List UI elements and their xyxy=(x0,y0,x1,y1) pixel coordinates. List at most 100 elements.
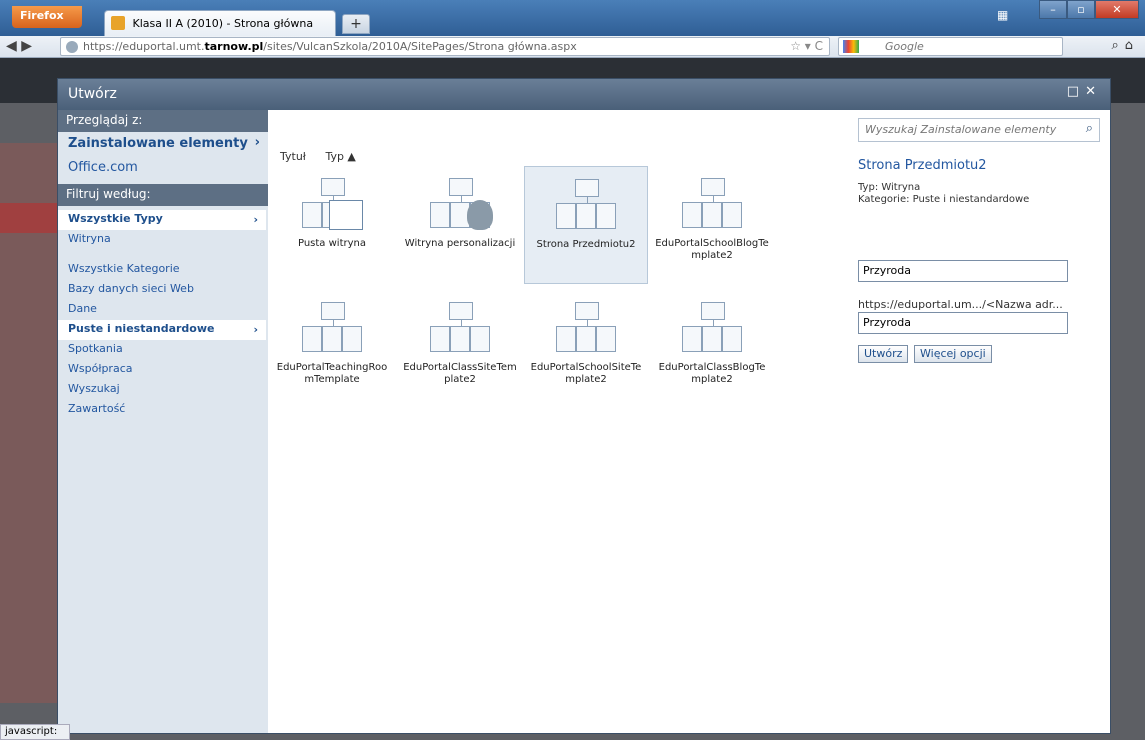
category-label: Puste i niestandardowe xyxy=(68,322,215,335)
category-all[interactable]: Wszystkie Kategorie xyxy=(58,260,268,280)
site-template-icon xyxy=(555,302,617,354)
site-title-input[interactable]: Przyroda xyxy=(858,260,1068,282)
template-tile[interactable]: EduPortalClassBlogTemplate2 xyxy=(650,290,774,408)
category-blank-custom[interactable]: Puste i niestandardowe › xyxy=(58,320,266,340)
template-category: Kategorie: Puste i niestandardowe xyxy=(858,194,1030,205)
template-label: EduPortalTeachingRoomTemplate xyxy=(276,362,388,385)
search-icon[interactable]: ⌕ xyxy=(1086,121,1093,136)
globe-icon xyxy=(66,41,78,53)
url-domain: tarnow.pl xyxy=(204,40,264,53)
site-template-icon xyxy=(681,178,743,230)
bookmark-star-icon[interactable]: ☆ ▾ C xyxy=(790,39,823,53)
template-label: EduPortalSchoolSiteTemplate2 xyxy=(530,362,642,385)
category-content[interactable]: Zawartość xyxy=(58,400,268,420)
personalization-site-icon xyxy=(429,178,493,230)
sort-bar: Tytuł Typ ▲ xyxy=(280,150,372,163)
category-label: Zawartość xyxy=(68,402,126,415)
status-bar: javascript: xyxy=(0,724,70,740)
template-type: Typ: Witryna xyxy=(858,182,921,193)
window-controls: – ▫ ✕ xyxy=(1039,0,1139,20)
category-web-databases[interactable]: Bazy danych sieci Web xyxy=(58,280,268,300)
browser-titlebar: Firefox Klasa II A (2010) - Strona główn… xyxy=(0,0,1145,36)
site-template-icon xyxy=(555,179,617,231)
category-label: Wszystkie Kategorie xyxy=(68,262,180,275)
minimize-icon[interactable]: – xyxy=(1039,0,1067,19)
site-url-input[interactable]: Przyroda xyxy=(858,312,1068,334)
url-prefix-label: https://eduportal.um.../<Nazwa adr... xyxy=(858,298,1063,311)
category-search[interactable]: Wyszukaj xyxy=(58,380,268,400)
chevron-right-icon: › xyxy=(254,135,260,150)
search-placeholder: Wyszukaj Zainstalowane elementy xyxy=(865,123,1057,136)
type-site[interactable]: Witryna xyxy=(58,230,268,250)
search-home-icons[interactable]: ⌕⌂ xyxy=(1111,38,1139,53)
new-tab-button[interactable]: + xyxy=(342,14,370,34)
maximize-dialog-icon[interactable]: □ xyxy=(1067,84,1085,99)
template-gallery: Tytuł Typ ▲ Pusta witryna Witryna person… xyxy=(268,110,848,733)
category-label: Wyszukaj xyxy=(68,382,120,395)
maximize-icon[interactable]: ▫ xyxy=(1067,0,1095,19)
template-tile[interactable]: Pusta witryna xyxy=(270,166,394,284)
template-tile[interactable]: EduPortalSchoolSiteTemplate2 xyxy=(524,290,648,408)
chevron-right-icon: › xyxy=(253,323,258,336)
browse-header: Przeglądaj z: xyxy=(58,110,268,132)
source-installed[interactable]: Zainstalowane elementy › xyxy=(58,132,268,156)
category-label: Współpraca xyxy=(68,362,133,375)
tab-title: Klasa II A (2010) - Strona główna xyxy=(132,17,314,30)
blank-site-icon xyxy=(301,178,363,230)
back-forward-icons[interactable]: ◀ ▶ xyxy=(6,38,32,54)
close-window-icon[interactable]: ✕ xyxy=(1095,0,1139,19)
source-office-com[interactable]: Office.com xyxy=(58,156,268,180)
category-label: Dane xyxy=(68,302,97,315)
dialog-controls: □✕ xyxy=(1067,84,1102,99)
selected-template-meta: Typ: Witryna Kategorie: Puste i niestand… xyxy=(858,182,1029,206)
site-favicon-icon xyxy=(111,16,125,30)
site-template-icon xyxy=(429,302,491,354)
category-data[interactable]: Dane xyxy=(58,300,268,320)
template-tile-selected[interactable]: Strona Przedmiotu2 xyxy=(524,166,648,284)
source-office-label: Office.com xyxy=(68,160,138,175)
create-dialog: Utwórz □✕ Przeglądaj z: Zainstalowane el… xyxy=(57,78,1111,734)
filter-panel: Przeglądaj z: Zainstalowane elementy › O… xyxy=(58,110,268,733)
search-engine-label: Google xyxy=(885,40,924,53)
source-installed-label: Zainstalowane elementy xyxy=(68,136,248,151)
navigation-toolbar: ◀ ▶ https://eduportal.umt.tarnow.pl/site… xyxy=(0,36,1145,58)
template-label: EduPortalSchoolBlogTemplate2 xyxy=(655,238,769,261)
sort-by-title[interactable]: Tytuł xyxy=(280,150,306,163)
dialog-title: Utwórz xyxy=(68,86,117,102)
browser-search-box[interactable]: Google xyxy=(838,37,1063,56)
template-tile[interactable]: EduPortalTeachingRoomTemplate xyxy=(270,290,394,408)
more-options-button[interactable]: Więcej opcji xyxy=(914,345,992,363)
url-bar[interactable]: https://eduportal.umt.tarnow.pl/sites/Vu… xyxy=(60,37,830,56)
template-tile[interactable]: Witryna personalizacji xyxy=(398,166,522,284)
category-collaboration[interactable]: Współpraca xyxy=(58,360,268,380)
firefox-menu-button[interactable]: Firefox xyxy=(12,6,82,28)
url-path: /sites/VulcanSzkola/2010A/SitePages/Stro… xyxy=(263,40,577,53)
template-label: Strona Przedmiotu2 xyxy=(536,239,636,250)
filter-header: Filtruj według: xyxy=(58,184,268,206)
details-panel: Wyszukaj Zainstalowane elementy ⌕ Strona… xyxy=(848,110,1110,733)
site-template-icon xyxy=(681,302,743,354)
type-all-label: Wszystkie Typy xyxy=(68,212,163,225)
template-tile[interactable]: EduPortalSchoolBlogTemplate2 xyxy=(650,166,774,284)
google-logo-icon xyxy=(843,40,859,53)
create-button[interactable]: Utwórz xyxy=(858,345,909,363)
template-tile[interactable]: EduPortalClassSiteTemplate2 xyxy=(398,290,522,408)
dialog-header: Utwórz □✕ xyxy=(58,79,1110,110)
browser-tab[interactable]: Klasa II A (2010) - Strona główna xyxy=(104,10,336,36)
url-prefix: https://eduportal.umt. xyxy=(83,40,205,53)
category-label: Bazy danych sieci Web xyxy=(68,282,194,295)
site-template-icon xyxy=(301,302,363,354)
template-label: EduPortalClassBlogTemplate2 xyxy=(658,362,766,385)
close-dialog-icon[interactable]: ✕ xyxy=(1085,84,1102,99)
category-meetings[interactable]: Spotkania xyxy=(58,340,268,360)
type-site-label: Witryna xyxy=(68,232,111,245)
category-label: Spotkania xyxy=(68,342,123,355)
selected-template-title: Strona Przedmiotu2 xyxy=(858,158,987,173)
chevron-right-icon: › xyxy=(253,213,258,226)
installed-items-search[interactable]: Wyszukaj Zainstalowane elementy ⌕ xyxy=(858,118,1100,142)
tab-groups-icon[interactable]: ▦ xyxy=(997,8,1011,22)
template-label: Pusta witryna xyxy=(297,238,366,249)
type-all[interactable]: Wszystkie Typy › xyxy=(58,210,266,230)
sort-by-type[interactable]: Typ ▲ xyxy=(325,150,355,163)
left-nav-background xyxy=(0,143,57,703)
